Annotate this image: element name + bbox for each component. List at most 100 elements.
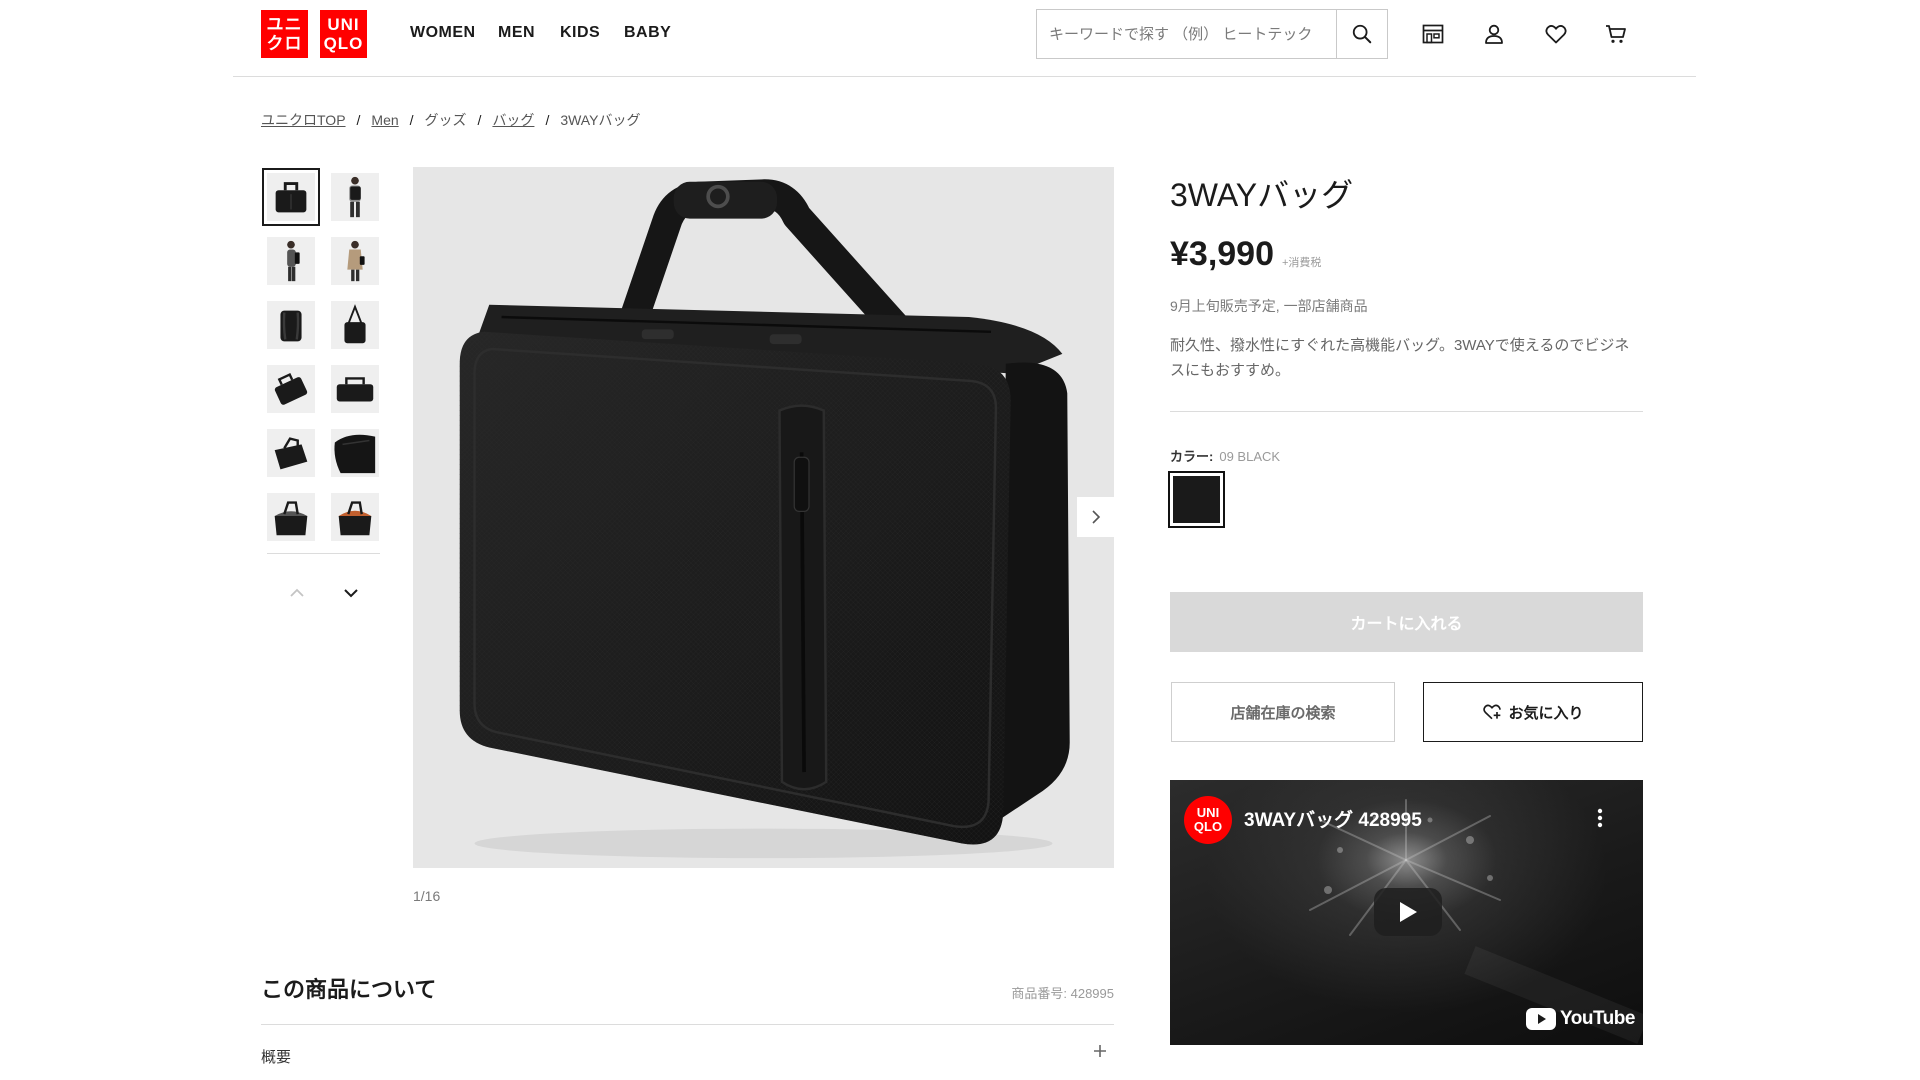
channel-logo-line-2: QLO (1193, 819, 1223, 834)
thumbnail-12[interactable] (326, 488, 384, 546)
search-input[interactable] (1037, 10, 1337, 58)
breadcrumb-top[interactable]: ユニクロTOP (261, 110, 346, 130)
about-divider (261, 1024, 1114, 1025)
favorite-label: お気に入り (1508, 704, 1584, 722)
model-beige-coat-image (331, 237, 379, 285)
breadcrumb-men[interactable]: Men (371, 112, 398, 128)
channel-logo[interactable]: UNI QLO (1184, 796, 1232, 844)
thumbnail-8[interactable] (326, 360, 384, 418)
next-image-button[interactable] (1077, 497, 1114, 537)
channel-logo-line-1: UNI (1196, 805, 1220, 820)
nav-women[interactable]: WOMEN (410, 24, 476, 42)
user-icon (1485, 24, 1503, 44)
color-value: 09 BLACK (1219, 449, 1281, 464)
thumbnail-divider (267, 553, 380, 554)
breadcrumb-separator: / (545, 112, 550, 128)
thumbnail-scroll-up-button[interactable] (282, 582, 312, 604)
video-title[interactable]: 3WAYバッグ 428995 (1244, 805, 1422, 832)
summary-accordion-label[interactable]: 概要 (261, 1046, 291, 1067)
color-selector-label: カラー: 09 BLACK (1170, 446, 1280, 465)
cart-icon (1606, 25, 1626, 43)
main-product-image[interactable] (413, 167, 1114, 868)
about-heading: この商品について (261, 977, 437, 1002)
product-number: 商品番号: 428995 (1011, 986, 1114, 1001)
heart-icon (1545, 25, 1567, 44)
bag-side-image (331, 365, 379, 413)
search-button[interactable] (1336, 10, 1387, 58)
model-with-backpack-image (331, 173, 379, 221)
video-menu-button[interactable] (1590, 804, 1610, 832)
play-icon (1400, 902, 1417, 922)
breadcrumb-bags[interactable]: バッグ (492, 110, 534, 130)
product-title: 3WAYバッグ (1170, 177, 1354, 213)
swatch-fill (1173, 476, 1220, 523)
summary-expand-button[interactable] (1090, 1041, 1110, 1061)
color-label: カラー: (1170, 449, 1214, 464)
thumbnail-4[interactable] (326, 232, 384, 290)
add-to-favorites-button[interactable]: お気に入り (1423, 682, 1643, 742)
model-side-view-image (267, 237, 315, 285)
breadcrumb-current: 3WAYバッグ (560, 112, 641, 128)
breadcrumb-separator: / (356, 112, 361, 128)
price-row: ¥3,990 +消費税 (1170, 234, 1321, 274)
bag-open-image (267, 493, 315, 541)
image-counter: 1/16 (413, 888, 441, 904)
product-price: ¥3,990 (1170, 235, 1274, 273)
briefcase-front-image (267, 173, 315, 221)
product-description: 耐久性、撥水性にすぐれた高機能バッグ。3WAYで使えるのでビジネスにもおすすめ。 (1170, 337, 1630, 379)
thumbnail-2[interactable] (326, 168, 384, 226)
breadcrumb-goods: グッズ (424, 112, 467, 128)
bag-photo (459, 179, 1070, 859)
bag-open-lining-image (331, 493, 379, 541)
store-icon (1422, 24, 1444, 44)
logo-line-1: ユニ (266, 15, 303, 34)
thumbnail-11[interactable] (262, 488, 320, 546)
tax-note: +消費税 (1282, 257, 1322, 269)
logo-line-2: クロ (266, 34, 303, 53)
plus-icon (1094, 1045, 1106, 1057)
cart-button[interactable] (1603, 21, 1629, 47)
bag-tilted-image (267, 365, 315, 413)
wishlist-button[interactable] (1543, 21, 1569, 47)
chevron-right-icon (1091, 510, 1100, 524)
logo-katakana[interactable]: ユニ クロ (261, 10, 308, 58)
video-play-button[interactable] (1374, 888, 1442, 936)
breadcrumb: ユニクロTOP / Men / グッズ / バッグ / 3WAYバッグ (261, 110, 640, 130)
account-button[interactable] (1481, 21, 1507, 47)
logo-latin[interactable]: UNI QLO (320, 10, 367, 58)
thumbnail-5[interactable] (262, 296, 320, 354)
logo-line-2: QLO (323, 34, 364, 53)
nav-baby[interactable]: BABY (624, 24, 671, 42)
youtube-label: YouTube (1560, 1008, 1635, 1029)
thumbnail-scroll-down-button[interactable] (336, 582, 366, 604)
product-video-embed[interactable]: UNI QLO 3WAYバッグ 428995 YouTube (1170, 780, 1643, 1045)
logo-line-1: UNI (327, 15, 360, 34)
thumbnail-1[interactable] (262, 168, 320, 226)
store-locator-button[interactable] (1420, 21, 1446, 47)
thumbnail-9[interactable] (262, 424, 320, 482)
backpack-back-image (267, 301, 315, 349)
header-divider (233, 76, 1696, 77)
youtube-icon (1526, 1008, 1556, 1030)
add-to-cart-button[interactable]: カートに入れる (1170, 592, 1643, 652)
nav-men[interactable]: MEN (498, 24, 535, 42)
thumbnail-7[interactable] (262, 360, 320, 418)
store-stock-search-button[interactable]: 店舗在庫の検索 (1171, 682, 1395, 742)
search-bar (1036, 9, 1388, 59)
color-swatch-black[interactable] (1168, 471, 1225, 528)
availability-note: 9月上旬販売予定, 一部店舗商品 (1170, 298, 1368, 314)
breadcrumb-separator: / (477, 112, 482, 128)
heart-plus-icon (1483, 704, 1502, 720)
search-icon (1353, 24, 1372, 44)
shoulder-bag-image (331, 301, 379, 349)
nav-kids[interactable]: KIDS (560, 24, 600, 42)
bag-detail-image (331, 429, 379, 477)
thumbnail-list (262, 168, 384, 546)
thumbnail-10[interactable] (326, 424, 384, 482)
thumbnail-3[interactable] (262, 232, 320, 290)
thumbnail-6[interactable] (326, 296, 384, 354)
info-divider (1170, 411, 1643, 412)
youtube-logo[interactable]: YouTube (1526, 1008, 1635, 1030)
thumbnail-scroll-controls (282, 582, 366, 604)
more-vertical-icon (1597, 808, 1603, 828)
